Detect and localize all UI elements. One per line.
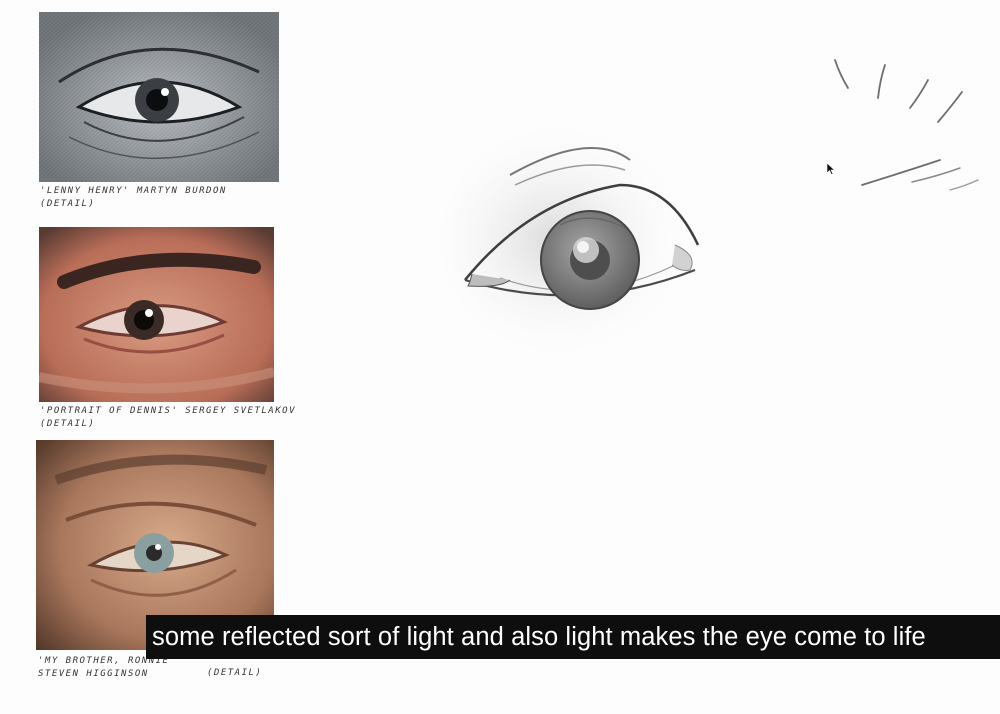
eye-pencil-sketch — [440, 125, 700, 355]
subtitle-bar: some reflected sort of light and also li… — [146, 615, 1000, 659]
mouse-cursor-icon — [826, 163, 836, 175]
reference-caption-3-detail: (DETAIL) — [207, 668, 263, 678]
subtitle-text: some reflected sort of light and also li… — [152, 622, 926, 651]
reference-caption-2: 'PORTRAIT OF DENNIS' SERGEY SVETLAKOV (D… — [40, 406, 296, 429]
reference-image-portrait-of-dennis — [39, 227, 274, 402]
radiating-line-studies — [834, 59, 979, 191]
reference-image-lenny-henry — [39, 12, 279, 182]
reference-caption-1: 'LENNY HENRY' MARTYN BURDON (DETAIL) — [40, 186, 227, 209]
